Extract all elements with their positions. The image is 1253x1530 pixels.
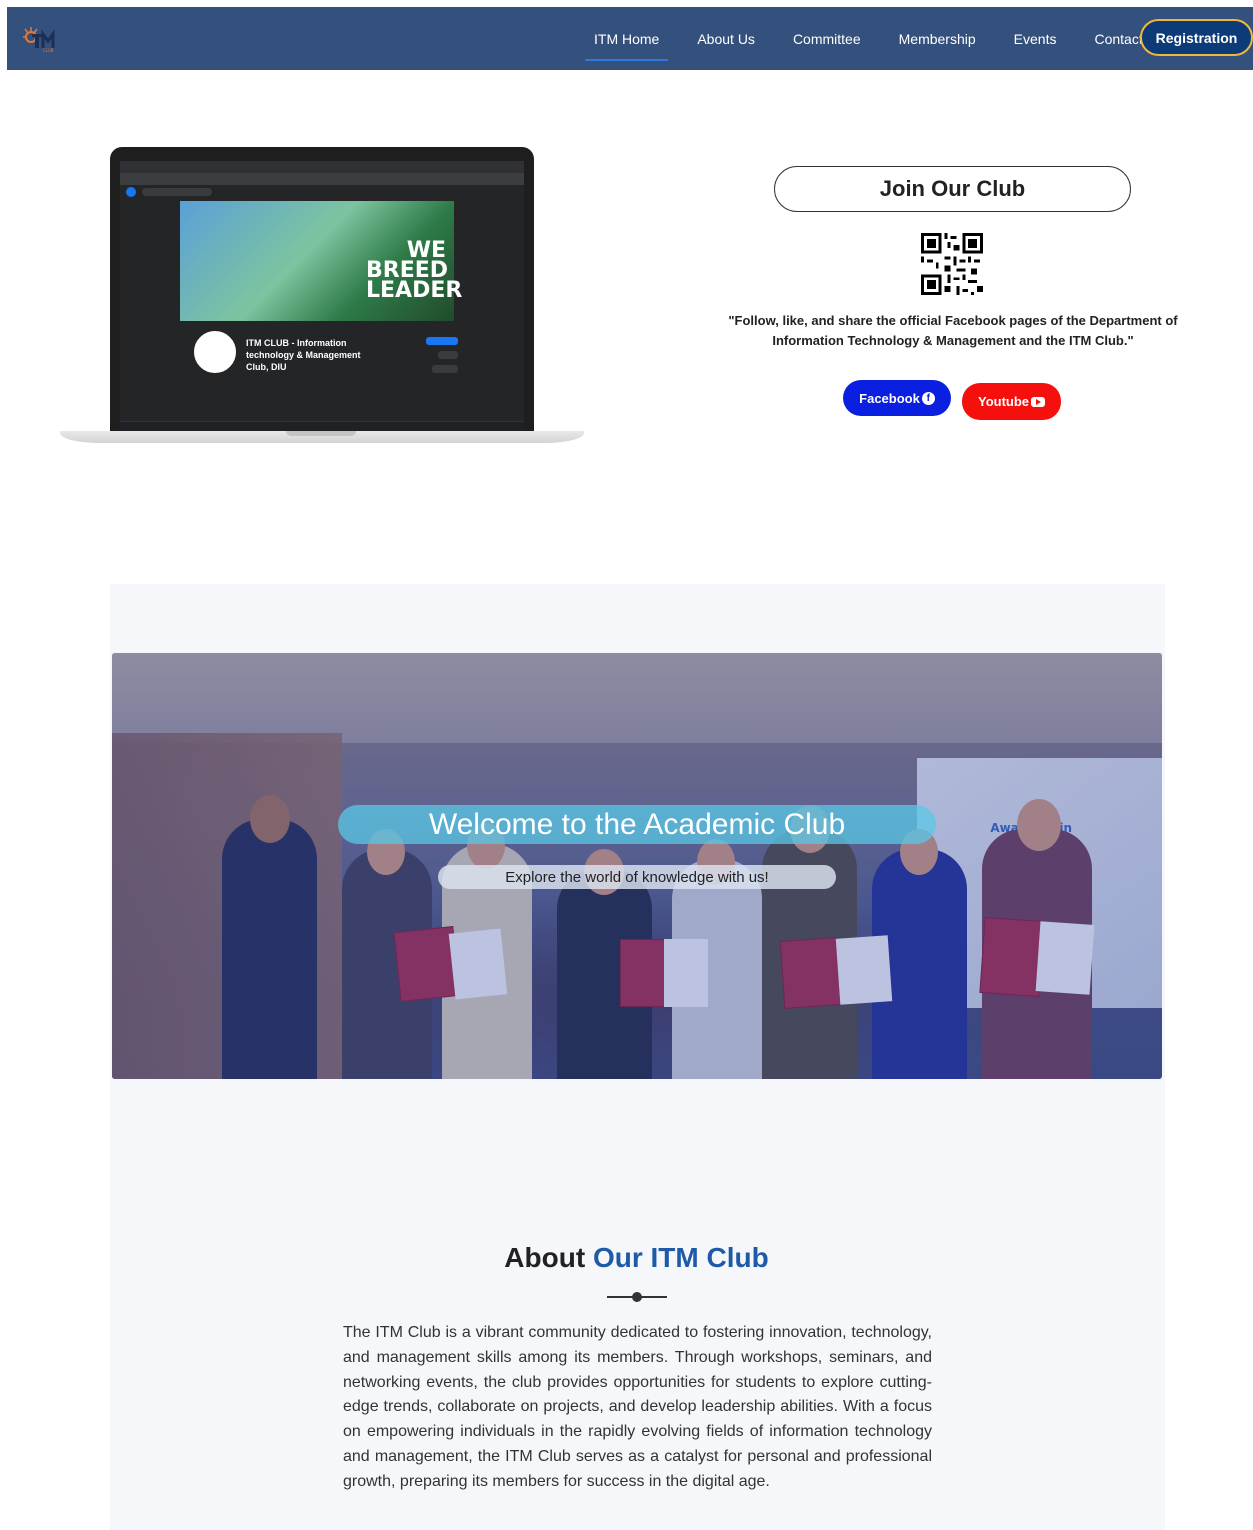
about-heading: About Our ITM Club: [10, 1242, 1253, 1274]
profile-picture: [192, 329, 238, 375]
nav-membership[interactable]: Membership: [880, 31, 995, 47]
facebook-search: [142, 188, 212, 196]
hero-banner: Award Givin W: [112, 653, 1162, 1079]
nav-events[interactable]: Events: [995, 31, 1076, 47]
section-divider-dot: [632, 1292, 642, 1302]
join-club-heading: Join Our Club: [774, 166, 1131, 212]
laptop-facebook-screenshot: WE BREED LEADER ITM CLUB - Information t…: [60, 147, 584, 447]
join-club-description: "Follow, like, and share the official Fa…: [728, 313, 1178, 348]
about-description: The ITM Club is a vibrant community dedi…: [343, 1324, 932, 1490]
itm-logo[interactable]: CLUB: [21, 25, 61, 53]
qr-code: [921, 233, 983, 295]
browser-tabs: [120, 161, 524, 173]
about-heading-plain: About: [504, 1242, 593, 1273]
laptop-notch: [286, 431, 356, 436]
laptop-screen: WE BREED LEADER ITM CLUB - Information t…: [110, 147, 534, 433]
facebook-icon: f: [921, 391, 935, 405]
about-heading-highlight: Our ITM Club: [592, 1242, 769, 1273]
page: CLUB ITM Home About Us Committee Members…: [0, 0, 1253, 1530]
hero-title: Welcome to the Academic Club: [338, 805, 936, 844]
facebook-label: Facebook: [859, 390, 920, 406]
nav-links: ITM Home About Us Committee Membership E…: [575, 7, 1162, 70]
facebook-page-name: ITM CLUB - Information technology & Mana…: [246, 338, 361, 372]
facebook-page-buttons: [426, 337, 458, 373]
registration-button[interactable]: Registration: [1140, 19, 1253, 56]
hero-subtitle: Explore the world of knowledge with us!: [438, 865, 836, 889]
svg-text:CLUB: CLUB: [43, 48, 54, 53]
facebook-button[interactable]: Facebook f: [843, 380, 951, 416]
top-navbar: CLUB ITM Home About Us Committee Members…: [7, 7, 1253, 70]
browser-url-bar: [120, 173, 524, 185]
facebook-cover-photo: WE BREED LEADER: [180, 201, 463, 321]
cover-text: WE BREED LEADER: [366, 238, 463, 303]
nav-about-us[interactable]: About Us: [678, 31, 774, 47]
youtube-label: Youtube: [977, 394, 1030, 409]
facebook-logo-icon: [126, 187, 136, 197]
nav-itm-home[interactable]: ITM Home: [575, 31, 678, 61]
youtube-icon: [1031, 396, 1046, 407]
youtube-button[interactable]: Youtube: [962, 383, 1061, 420]
nav-committee[interactable]: Committee: [774, 31, 880, 47]
facebook-page-preview: WE BREED LEADER ITM CLUB - Information t…: [120, 161, 524, 433]
facebook-topbar: [120, 185, 524, 199]
